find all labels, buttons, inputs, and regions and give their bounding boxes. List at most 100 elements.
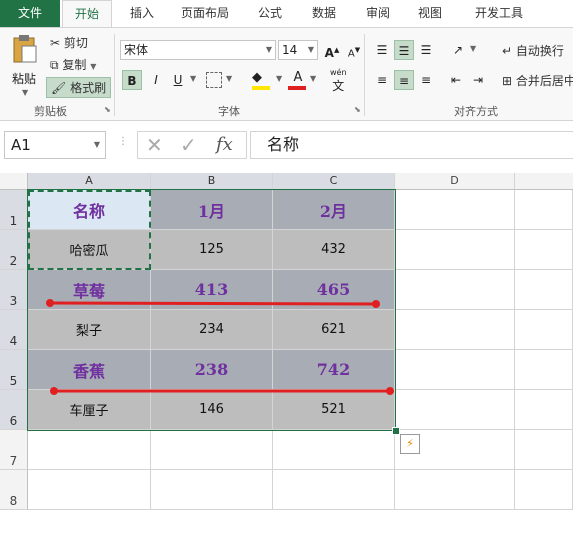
phonetic-button[interactable]: wén 文 bbox=[330, 68, 347, 94]
paste-button[interactable]: 粘贴 ▼ bbox=[8, 34, 42, 98]
grow-font-button[interactable]: A▲ bbox=[322, 40, 342, 60]
tab-data[interactable]: 数据 bbox=[304, 0, 344, 27]
tab-formulas[interactable]: 公式 bbox=[250, 0, 290, 27]
cell-A3[interactable]: 草莓 bbox=[28, 270, 151, 310]
row-header-5[interactable]: 5 bbox=[0, 350, 28, 390]
cell-D8[interactable] bbox=[395, 470, 515, 510]
cell-C8[interactable] bbox=[273, 470, 395, 510]
cell-C2[interactable]: 432 bbox=[273, 230, 395, 270]
cell-C5[interactable]: 742 bbox=[273, 350, 395, 390]
orientation-button[interactable]: ↗ bbox=[448, 40, 468, 60]
cell-B7[interactable] bbox=[151, 430, 273, 470]
cell-C7[interactable] bbox=[273, 430, 395, 470]
cell-C1[interactable]: 2月 bbox=[273, 190, 395, 230]
increase-indent-button[interactable]: ⇥ bbox=[468, 70, 488, 90]
cell-D6[interactable] bbox=[395, 390, 515, 430]
cell-E2[interactable] bbox=[515, 230, 573, 270]
formula-input[interactable]: 名称 bbox=[250, 131, 573, 159]
cut-button[interactable]: ✂ 剪切 bbox=[50, 34, 88, 51]
font-color-button[interactable]: A bbox=[288, 70, 308, 90]
align-center-button[interactable]: ≡ bbox=[394, 70, 414, 90]
align-bottom-button[interactable]: ☰ bbox=[416, 40, 436, 60]
cell-E4[interactable] bbox=[515, 310, 573, 350]
format-painter-button[interactable]: 🖌 格式刷 bbox=[46, 77, 112, 98]
more-options-icon[interactable]: ⋮ bbox=[118, 136, 128, 147]
cell-A4[interactable]: 梨子 bbox=[28, 310, 151, 350]
fill-handle[interactable] bbox=[392, 427, 400, 435]
row-header-2[interactable]: 2 bbox=[0, 230, 28, 270]
merge-center-button[interactable]: ⊞ 合并后居中 bbox=[502, 72, 573, 89]
tab-file[interactable]: 文件 bbox=[0, 0, 60, 27]
enter-icon[interactable]: ✓ bbox=[180, 133, 197, 157]
italic-button[interactable]: I bbox=[146, 70, 166, 90]
align-left-button[interactable]: ≡ bbox=[372, 70, 392, 90]
cell-E7[interactable] bbox=[515, 430, 573, 470]
dialog-launcher-icon[interactable]: ⬊ bbox=[354, 105, 361, 114]
cell-E8[interactable] bbox=[515, 470, 573, 510]
cell-C4[interactable]: 621 bbox=[273, 310, 395, 350]
cell-C3[interactable]: 465 bbox=[273, 270, 395, 310]
row-header-1[interactable]: 1 bbox=[0, 190, 28, 230]
align-right-button[interactable]: ≡ bbox=[416, 70, 436, 90]
quick-analysis-icon[interactable]: ⚡ bbox=[400, 434, 420, 454]
tab-view[interactable]: 视图 bbox=[410, 0, 450, 27]
cancel-icon[interactable]: ✕ bbox=[146, 133, 163, 157]
dialog-launcher-icon[interactable]: ⬊ bbox=[104, 105, 111, 114]
column-header-d[interactable]: D bbox=[395, 173, 515, 190]
cell-A8[interactable] bbox=[28, 470, 151, 510]
tab-home[interactable]: 开始 bbox=[62, 0, 112, 27]
chevron-down-icon[interactable]: ▼ bbox=[226, 74, 232, 83]
cell-B8[interactable] bbox=[151, 470, 273, 510]
cell-A1[interactable]: 名称 bbox=[28, 190, 151, 230]
cell-B6[interactable]: 146 bbox=[151, 390, 273, 430]
cell-A2[interactable]: 哈密瓜 bbox=[28, 230, 151, 270]
cell-E3[interactable] bbox=[515, 270, 573, 310]
column-header-c[interactable]: C bbox=[273, 173, 395, 190]
tab-page-layout[interactable]: 页面布局 bbox=[172, 0, 238, 27]
column-header-a[interactable]: A bbox=[28, 173, 151, 190]
cell-A7[interactable] bbox=[28, 430, 151, 470]
chevron-down-icon[interactable]: ▼ bbox=[276, 74, 282, 83]
cell-A6[interactable]: 车厘子 bbox=[28, 390, 151, 430]
chevron-down-icon[interactable]: ▼ bbox=[190, 74, 196, 83]
shrink-font-button[interactable]: A▼ bbox=[344, 40, 364, 60]
decrease-indent-button[interactable]: ⇤ bbox=[446, 70, 466, 90]
column-header-e[interactable] bbox=[515, 173, 573, 190]
row-header-4[interactable]: 4 bbox=[0, 310, 28, 350]
font-name-select[interactable]: 宋体 ▼ bbox=[120, 40, 276, 60]
row-header-3[interactable]: 3 bbox=[0, 270, 28, 310]
chevron-down-icon[interactable]: ▼ bbox=[470, 44, 476, 53]
cell-B2[interactable]: 125 bbox=[151, 230, 273, 270]
cell-B3[interactable]: 413 bbox=[151, 270, 273, 310]
copy-button[interactable]: ⧉ 复制 ▼ bbox=[50, 56, 96, 73]
font-size-select[interactable]: 14 ▼ bbox=[278, 40, 318, 60]
cell-E6[interactable] bbox=[515, 390, 573, 430]
cell-C6[interactable]: 521 bbox=[273, 390, 395, 430]
row-header-8[interactable]: 8 bbox=[0, 470, 28, 510]
row-header-7[interactable]: 7 bbox=[0, 430, 28, 470]
row-header-6[interactable]: 6 bbox=[0, 390, 28, 430]
tab-developer[interactable]: 开发工具 bbox=[464, 0, 534, 27]
cell-B1[interactable]: 1月 bbox=[151, 190, 273, 230]
chevron-down-icon[interactable]: ▼ bbox=[310, 74, 316, 83]
select-all-corner[interactable] bbox=[0, 173, 28, 190]
wrap-text-button[interactable]: ↵ 自动换行 bbox=[502, 42, 564, 59]
cell-D5[interactable] bbox=[395, 350, 515, 390]
cell-D1[interactable] bbox=[395, 190, 515, 230]
cell-D3[interactable] bbox=[395, 270, 515, 310]
cell-B5[interactable]: 238 bbox=[151, 350, 273, 390]
borders-icon[interactable] bbox=[206, 72, 222, 88]
align-middle-button[interactable]: ☰ bbox=[394, 40, 414, 60]
cell-E5[interactable] bbox=[515, 350, 573, 390]
bold-button[interactable]: B bbox=[122, 70, 142, 90]
insert-function-icon[interactable]: fx bbox=[216, 134, 233, 155]
cell-B4[interactable]: 234 bbox=[151, 310, 273, 350]
column-header-b[interactable]: B bbox=[151, 173, 273, 190]
fill-color-button[interactable]: ◆ bbox=[252, 70, 272, 90]
align-top-button[interactable]: ☰ bbox=[372, 40, 392, 60]
cell-D4[interactable] bbox=[395, 310, 515, 350]
name-box[interactable]: A1 ▼ bbox=[4, 131, 106, 159]
tab-insert[interactable]: 插入 bbox=[122, 0, 162, 27]
tab-review[interactable]: 审阅 bbox=[358, 0, 398, 27]
cell-A5[interactable]: 香蕉 bbox=[28, 350, 151, 390]
